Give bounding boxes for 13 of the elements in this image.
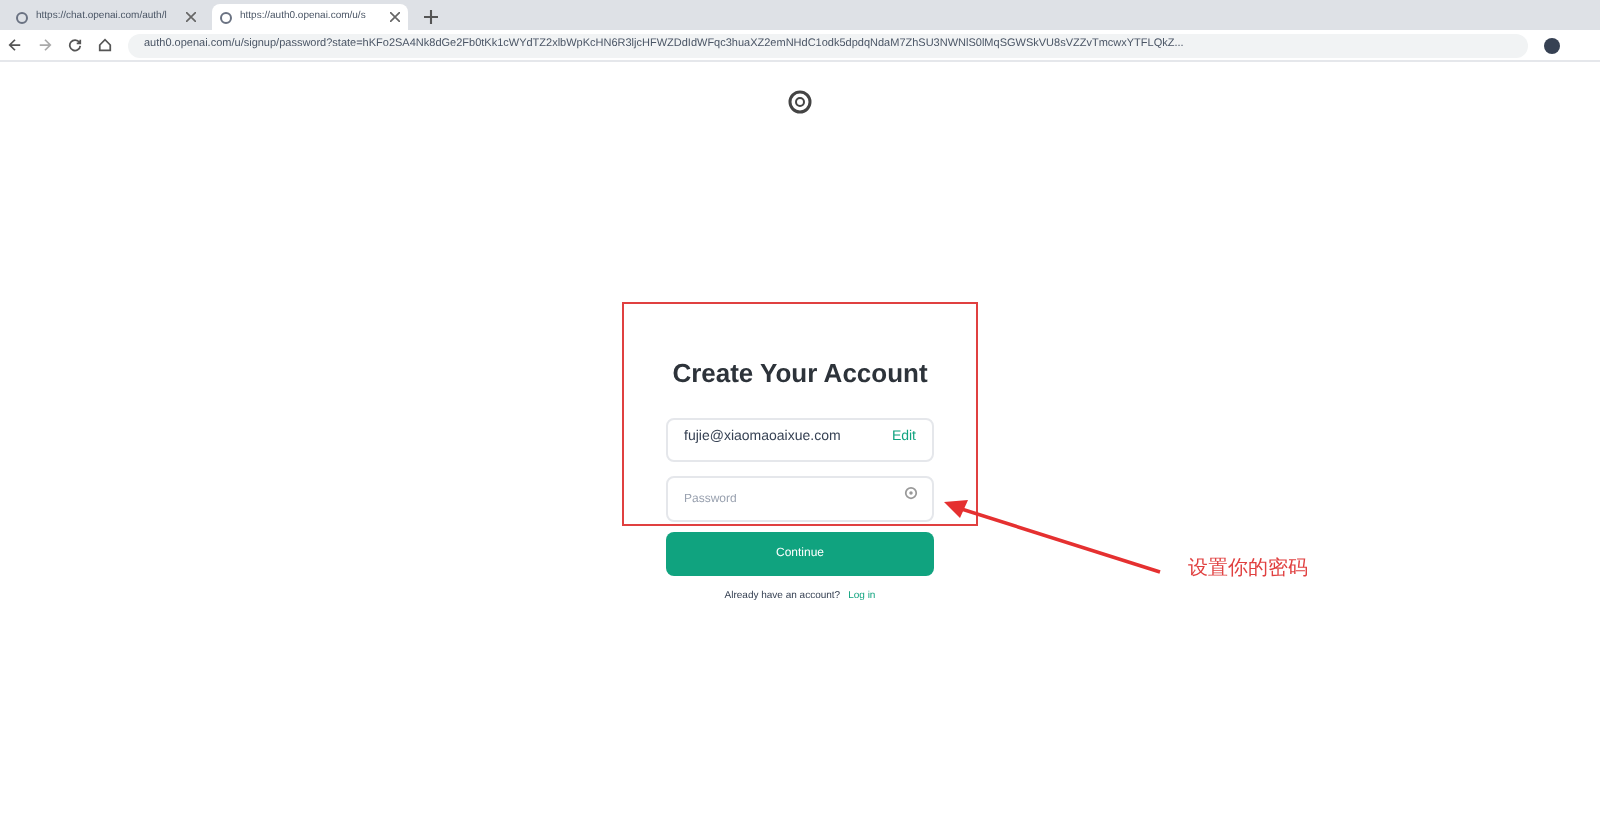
profile-avatar[interactable] <box>1544 37 1560 53</box>
plus-icon[interactable] <box>424 10 438 24</box>
reload-icon[interactable] <box>68 38 82 52</box>
form-title: Create Your Account <box>672 356 928 392</box>
logo-icon <box>788 90 812 114</box>
home-icon[interactable] <box>98 38 112 52</box>
page-icon <box>220 11 232 23</box>
annotation-text: 设置你的密码 <box>1188 555 1308 584</box>
eye-icon[interactable] <box>904 485 918 499</box>
close-icon[interactable] <box>390 12 400 22</box>
page-icon <box>16 11 28 23</box>
close-icon[interactable] <box>186 12 196 22</box>
back-icon[interactable] <box>8 38 22 52</box>
